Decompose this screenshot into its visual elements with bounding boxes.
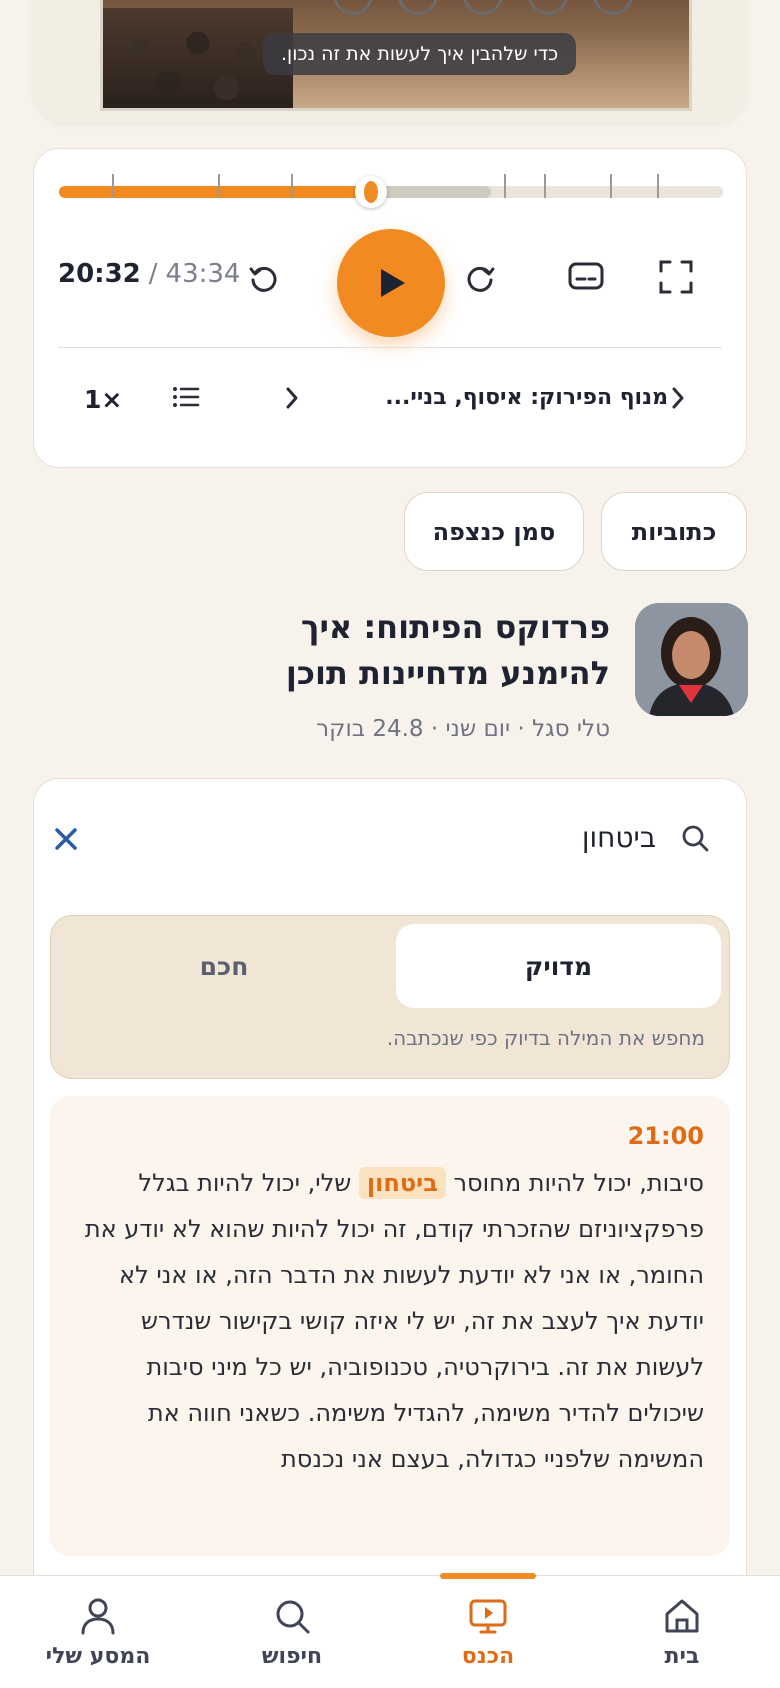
- chapter-marker: [656, 174, 659, 198]
- chevron-right-icon: [672, 387, 684, 409]
- divider: [58, 347, 722, 348]
- chapter-title[interactable]: מנוף הפירוק: איסוף, בניי...: [350, 385, 668, 410]
- nav-search-label: חיפוש: [261, 1644, 323, 1669]
- search-icon: [680, 823, 710, 857]
- progress-bar[interactable]: [59, 174, 723, 208]
- nav-lecture-label: הכנס: [461, 1644, 515, 1669]
- time-display: 20:32 / 43:34: [58, 259, 240, 289]
- mode-exact-button[interactable]: מדויק: [396, 924, 721, 1008]
- previous-chapter-button[interactable]: [670, 385, 686, 411]
- gear-icon: [333, 0, 373, 15]
- search-mode-selector: מדויק חכם מחפש את המילה בדיוק כפי שנכתבה…: [50, 915, 730, 1079]
- close-icon: [55, 828, 77, 850]
- progress-knob[interactable]: [355, 176, 388, 208]
- episode-meta: טלי סגל · יום שני · 24.8 בוקר: [316, 716, 610, 742]
- result-text-before: סיבות, יכול להיות מחוסר: [445, 1169, 704, 1197]
- chevron-right-icon: [286, 387, 298, 409]
- active-tab-indicator: [440, 1573, 536, 1579]
- video-card[interactable]: כדי שלהבין איך לעשות את זה נכון.: [33, 0, 747, 123]
- speaker-portrait: [635, 603, 748, 716]
- gear-icon: [398, 0, 438, 15]
- nav-journey[interactable]: המסע שלי: [28, 1576, 168, 1688]
- time-separator: /: [148, 259, 158, 289]
- chapter-marker: [291, 174, 294, 198]
- list-icon: [173, 387, 200, 407]
- fullscreen-icon: [659, 260, 693, 294]
- transcript-search-card: ביטחון מדויק חכם מחפש את המילה בדיוק כפי…: [33, 778, 747, 1688]
- speaker-avatar: [635, 603, 748, 716]
- subtitles-button[interactable]: כתוביות: [601, 492, 747, 571]
- search-input[interactable]: ביטחון: [582, 821, 656, 854]
- nav-home-label: בית: [664, 1644, 700, 1669]
- total-time: 43:34: [165, 259, 241, 289]
- video-caption: כדי שלהבין איך לעשות את זה נכון.: [263, 33, 577, 75]
- gear-icon: [593, 0, 633, 15]
- next-chapter-button[interactable]: [284, 385, 300, 411]
- progress-fill: [59, 186, 372, 198]
- bottom-nav: בית הכנס חיפוש המסע שלי: [0, 1573, 780, 1688]
- result-text-after: שלי, יכול להיות בגלל פרפקציוניזם שהזכרתי…: [84, 1169, 704, 1473]
- nav-lecture[interactable]: הכנס: [418, 1573, 558, 1688]
- nav-home[interactable]: בית: [612, 1576, 752, 1688]
- subtitles-toggle[interactable]: [568, 261, 604, 291]
- forward-icon: [467, 266, 495, 292]
- player-card: 20:32 / 43:34 1× מנוף הפירוק: איסוף, בני…: [33, 148, 747, 468]
- chapter-marker: [112, 174, 115, 198]
- rewind-button[interactable]: [246, 261, 280, 295]
- nav-search[interactable]: חיפוש: [222, 1576, 362, 1688]
- chapter-marker: [543, 174, 546, 198]
- chapter-marker: [610, 174, 613, 198]
- search-icon: [276, 1600, 310, 1634]
- play-icon: [381, 269, 405, 297]
- home-icon: [665, 1599, 699, 1633]
- rewind-icon: [249, 266, 277, 292]
- gear-icon: [528, 0, 568, 15]
- current-time: 20:32: [58, 259, 141, 289]
- chapter-marker: [218, 174, 221, 198]
- result-timestamp[interactable]: 21:00: [628, 1122, 704, 1150]
- subtitles-icon: [568, 262, 604, 290]
- video-screen-icon: [469, 1599, 507, 1634]
- close-search-button[interactable]: [54, 827, 78, 855]
- chapter-marker: [503, 174, 506, 198]
- gear-icon: [463, 0, 503, 15]
- mode-smart-button[interactable]: חכם: [59, 924, 389, 1008]
- fullscreen-button[interactable]: [658, 259, 694, 295]
- chapters-list-button[interactable]: [172, 385, 200, 409]
- video-thumbnail[interactable]: כדי שלהבין איך לעשות את זה נכון.: [100, 0, 692, 111]
- search-result[interactable]: 21:00 סיבות, יכול להיות מחוסר ביטחון שלי…: [50, 1096, 730, 1556]
- nav-journey-label: המסע שלי: [45, 1644, 151, 1669]
- mark-watched-button[interactable]: סמן כנצפה: [404, 492, 584, 571]
- episode-title: פרדוקס הפיתוח: איך להימנע מדחיינות תוכן: [285, 608, 610, 692]
- mode-description: מחפש את המילה בדיוק כפי שנכתבה.: [386, 1026, 705, 1050]
- user-icon: [81, 1598, 115, 1635]
- result-text: סיבות, יכול להיות מחוסר ביטחון שלי, יכול…: [76, 1160, 704, 1482]
- play-button[interactable]: [337, 229, 445, 337]
- forward-button[interactable]: [464, 261, 498, 295]
- result-highlight: ביטחון: [358, 1167, 446, 1199]
- speed-button[interactable]: 1×: [84, 385, 122, 414]
